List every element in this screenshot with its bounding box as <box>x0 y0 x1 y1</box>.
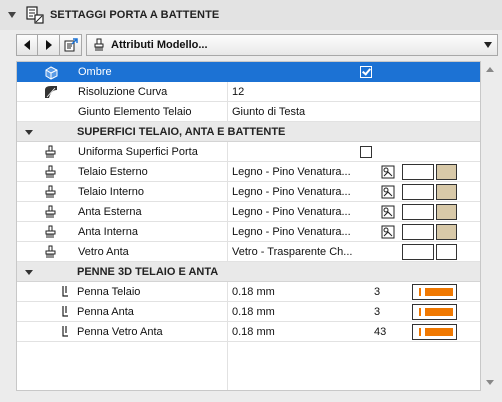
paintbrush-icon <box>94 38 104 51</box>
curve-resolution-icon <box>45 86 57 98</box>
property-name: Uniforma Superfici Porta <box>78 145 198 158</box>
pen-color-bar <box>425 308 453 316</box>
pen-thickness: 0.18 mm <box>232 325 275 338</box>
collapse-triangle-icon[interactable] <box>25 270 33 275</box>
pen-color-bar <box>425 328 453 336</box>
material-pick-icon[interactable] <box>381 205 395 219</box>
material-swatch-color[interactable] <box>436 204 457 220</box>
row-giunto-elemento-telaio[interactable]: Giunto Elemento Telaio Giunto di Testa <box>17 102 480 122</box>
section-superfici[interactable]: SUPERFICI TELAIO, ANTA E BATTENTE <box>17 122 480 142</box>
property-name: Penna Telaio <box>77 285 141 298</box>
paint-bucket-icon <box>45 225 56 238</box>
material-value[interactable]: Vetro - Trasparente Ch... <box>232 246 352 258</box>
paint-bucket-icon <box>45 245 56 258</box>
property-list: Ombre Risoluzione Curva 12 Giunto Elemen… <box>16 61 481 391</box>
row-anta-esterna[interactable]: Anta Esterna Legno - Pino Venatura... <box>17 202 480 222</box>
property-name: Anta Interna <box>78 225 138 238</box>
material-swatch-main[interactable] <box>402 204 434 220</box>
pen-thickness: 0.18 mm <box>232 305 275 318</box>
material-swatch-color[interactable] <box>436 184 457 200</box>
property-value[interactable]: Giunto di Testa <box>232 106 305 118</box>
prev-button[interactable] <box>16 34 38 56</box>
row-penna-vetro-anta[interactable]: Penna Vetro Anta 0.18 mm 43 <box>17 322 480 342</box>
material-value[interactable]: Legno - Pino Venatura... <box>232 226 351 238</box>
row-telaio-interno[interactable]: Telaio Interno Legno - Pino Venatura... <box>17 182 480 202</box>
pen-color-swatch[interactable] <box>412 284 457 300</box>
row-uniforma-superfici[interactable]: Uniforma Superfici Porta <box>17 142 480 162</box>
pen-color-bar <box>425 288 453 296</box>
ombre-checkbox[interactable] <box>360 66 372 78</box>
section-label: SUPERFICI TELAIO, ANTA E BATTENTE <box>77 125 286 138</box>
pen-icon <box>62 306 68 317</box>
uniforma-checkbox[interactable] <box>360 146 372 158</box>
section-penne-3d[interactable]: PENNE 3D TELAIO E ANTA <box>17 262 480 282</box>
material-pick-icon[interactable] <box>381 185 395 199</box>
row-risoluzione-curva[interactable]: Risoluzione Curva 12 <box>17 82 480 102</box>
pen-thickness: 0.18 mm <box>232 285 275 298</box>
checkmark-icon <box>362 66 371 76</box>
material-swatch-color[interactable] <box>436 244 457 260</box>
pen-color-swatch[interactable] <box>412 304 457 320</box>
property-name: Telaio Esterno <box>78 165 148 178</box>
pen-icon <box>62 286 68 297</box>
pen-tick-mark <box>419 288 421 296</box>
arrow-left-icon <box>24 40 30 50</box>
pen-tick-mark <box>419 328 421 336</box>
property-name: Vetro Anta <box>78 245 129 258</box>
material-swatch-main[interactable] <box>402 244 434 260</box>
chevron-down-icon <box>484 42 492 48</box>
row-penna-telaio[interactable]: Penna Telaio 0.18 mm 3 <box>17 282 480 302</box>
pen-tick-mark <box>419 308 421 316</box>
property-value[interactable]: 12 <box>232 86 244 98</box>
door-settings-icon <box>26 6 44 24</box>
collapse-triangle-icon[interactable] <box>25 130 33 135</box>
row-telaio-esterno[interactable]: Telaio Esterno Legno - Pino Venatura... <box>17 162 480 182</box>
document-export-icon <box>64 38 78 52</box>
row-penna-anta[interactable]: Penna Anta 0.18 mm 3 <box>17 302 480 322</box>
scroll-down-icon[interactable] <box>486 380 494 385</box>
property-name: Penna Vetro Anta <box>77 325 163 338</box>
pen-icon <box>62 326 68 337</box>
next-button[interactable] <box>38 34 60 56</box>
property-name: Giunto Elemento Telaio <box>78 105 192 118</box>
arrow-right-icon <box>45 40 52 50</box>
cube-shadow-icon <box>45 66 58 80</box>
export-button[interactable] <box>60 34 82 56</box>
row-anta-interna[interactable]: Anta Interna Legno - Pino Venatura... <box>17 222 480 242</box>
material-swatch-main[interactable] <box>402 164 434 180</box>
paint-bucket-icon <box>45 185 56 198</box>
row-vetro-anta[interactable]: Vetro Anta Vetro - Trasparente Ch... <box>17 242 480 262</box>
panel-title: SETTAGGI PORTA A BATTENTE <box>50 9 220 21</box>
paint-bucket-icon <box>45 205 56 218</box>
material-pick-icon[interactable] <box>381 225 395 239</box>
toolbar: Attributi Modello... <box>16 34 498 56</box>
property-name: Anta Esterna <box>78 205 142 218</box>
material-swatch-main[interactable] <box>402 224 434 240</box>
paint-bucket-icon <box>45 145 56 158</box>
row-ombre[interactable]: Ombre <box>17 62 480 82</box>
vertical-scrollbar[interactable] <box>482 61 498 391</box>
dropdown-label: Attributi Modello... <box>111 39 208 51</box>
material-swatch-color[interactable] <box>436 224 457 240</box>
panel-header[interactable]: SETTAGGI PORTA A BATTENTE <box>0 0 502 30</box>
pen-number[interactable]: 43 <box>374 326 386 338</box>
property-name: Telaio Interno <box>78 185 145 198</box>
pen-color-swatch[interactable] <box>412 324 457 340</box>
property-name: Ombre <box>78 65 112 78</box>
material-pick-icon[interactable] <box>381 165 395 179</box>
paint-bucket-icon <box>45 165 56 178</box>
attributes-dropdown[interactable]: Attributi Modello... <box>86 34 498 56</box>
material-value[interactable]: Legno - Pino Venatura... <box>232 206 351 218</box>
material-swatch-main[interactable] <box>402 184 434 200</box>
property-name: Penna Anta <box>77 305 134 318</box>
collapse-triangle-icon[interactable] <box>8 12 16 18</box>
pen-number[interactable]: 3 <box>374 286 380 298</box>
pen-number[interactable]: 3 <box>374 306 380 318</box>
material-value[interactable]: Legno - Pino Venatura... <box>232 166 351 178</box>
section-label: PENNE 3D TELAIO E ANTA <box>77 265 219 278</box>
scroll-up-icon[interactable] <box>486 67 494 72</box>
property-name: Risoluzione Curva <box>78 85 168 98</box>
material-value[interactable]: Legno - Pino Venatura... <box>232 186 351 198</box>
material-swatch-color[interactable] <box>436 164 457 180</box>
